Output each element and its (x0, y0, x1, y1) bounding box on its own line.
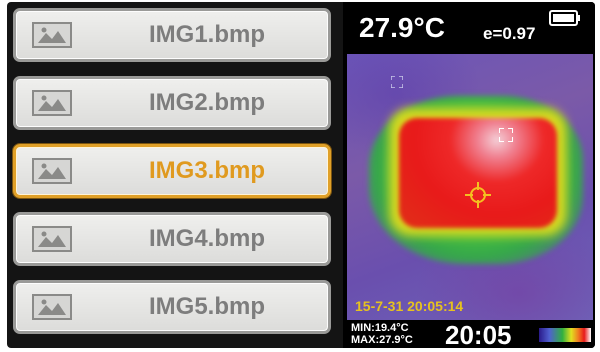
file-name: IMG3.bmp (148, 157, 265, 184)
file-item-img1[interactable]: IMG1.bmp (13, 8, 331, 62)
file-list: IMG1.bmp IMG2.bmp IMG3.bmp IMG4.bmp IMG5… (11, 6, 337, 344)
clock: 20:05 (445, 320, 512, 348)
image-thumbnail-icon (32, 158, 72, 184)
corner-marker-icon (391, 76, 403, 88)
file-name: IMG2.bmp (148, 89, 265, 116)
file-item-img4[interactable]: IMG4.bmp (13, 212, 331, 266)
file-name: IMG5.bmp (148, 293, 265, 320)
file-name: IMG4.bmp (148, 225, 265, 252)
color-palette-bar (539, 328, 591, 342)
center-temperature: 27.9°C (359, 12, 445, 43)
battery-icon (549, 10, 580, 26)
thermal-camera-screen: IMG1.bmp IMG2.bmp IMG3.bmp IMG4.bmp IMG5… (7, 2, 595, 348)
crosshair-icon (465, 182, 491, 208)
min-temperature: MIN:19.4°C (351, 322, 409, 334)
emissivity-value: e=0.97 (483, 24, 536, 43)
hot-spot-marker-icon (499, 128, 513, 142)
info-bar: MIN:19.4°C MAX:27.9°C 20:05 (343, 320, 595, 348)
file-item-img3[interactable]: IMG3.bmp (13, 144, 331, 198)
image-thumbnail-icon (32, 90, 72, 116)
max-temperature: MAX:27.9°C (351, 334, 413, 346)
status-bar: 27.9°C e=0.97 (343, 2, 595, 54)
thermal-image: 15-7-31 20:05:14 (347, 54, 593, 320)
file-item-img2[interactable]: IMG2.bmp (13, 76, 331, 130)
heat-zone-hot (399, 118, 557, 228)
file-name: IMG1.bmp (148, 21, 265, 48)
image-thumbnail-icon (32, 22, 72, 48)
min-max-readout: MIN:19.4°C MAX:27.9°C (351, 322, 413, 346)
image-thumbnail-icon (32, 226, 72, 252)
capture-timestamp: 15-7-31 20:05:14 (355, 298, 464, 314)
thermal-preview: 27.9°C e=0.97 15-7-31 20:05:14 MIN:19.4°… (343, 2, 595, 348)
file-item-img5[interactable]: IMG5.bmp (13, 280, 331, 334)
image-thumbnail-icon (32, 294, 72, 320)
